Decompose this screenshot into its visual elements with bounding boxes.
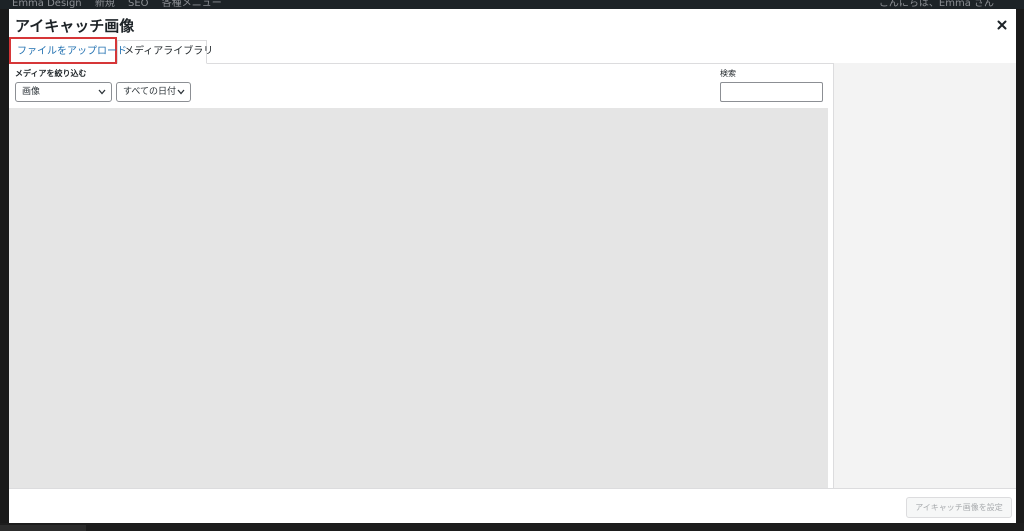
modal-footer: アイキャッチ画像を設定 (9, 488, 1016, 523)
search-input[interactable] (720, 82, 823, 102)
media-tabs: メディアライブラリ ファイルをアップロード (9, 37, 1016, 64)
date-select[interactable]: すべての日付 (116, 82, 191, 102)
backdrop (1016, 9, 1024, 523)
media-type-select[interactable]: 画像 (15, 82, 112, 102)
admin-bar: Emma Design 新規 SEO 各種メニュー こんにちは、Emma さん (0, 0, 1024, 9)
modal-title: アイキャッチ画像 (15, 17, 135, 35)
close-icon (997, 20, 1007, 30)
set-featured-image-button[interactable]: アイキャッチ画像を設定 (906, 497, 1012, 518)
admin-bar-site-name[interactable]: Emma Design (12, 0, 82, 9)
admin-bar-seo[interactable]: SEO (128, 0, 149, 9)
admin-bar-new[interactable]: 新規 (95, 0, 115, 9)
close-button[interactable] (992, 15, 1012, 35)
backdrop-strip (0, 525, 86, 531)
tab-upload-files[interactable]: ファイルをアップロード (9, 37, 127, 64)
backdrop (0, 523, 1024, 531)
media-type-value: 画像 (22, 87, 41, 97)
chevron-down-icon (98, 89, 106, 95)
filter-label: メディアを絞り込む (15, 69, 87, 78)
admin-bar-greeting[interactable]: こんにちは、Emma さん (879, 0, 994, 9)
attachment-details-sidebar (833, 63, 1016, 488)
media-grid (9, 108, 828, 488)
media-modal: アイキャッチ画像 メディアライブラリ ファイルをアップロード メディアを絞り込む… (9, 9, 1016, 523)
search-label: 検索 (720, 69, 736, 78)
date-value: すべての日付 (123, 87, 177, 97)
backdrop (0, 9, 9, 523)
chevron-down-icon (177, 89, 185, 95)
tab-media-library[interactable]: メディアライブラリ (117, 40, 213, 64)
admin-bar-menu[interactable]: 各種メニュー (162, 0, 222, 9)
